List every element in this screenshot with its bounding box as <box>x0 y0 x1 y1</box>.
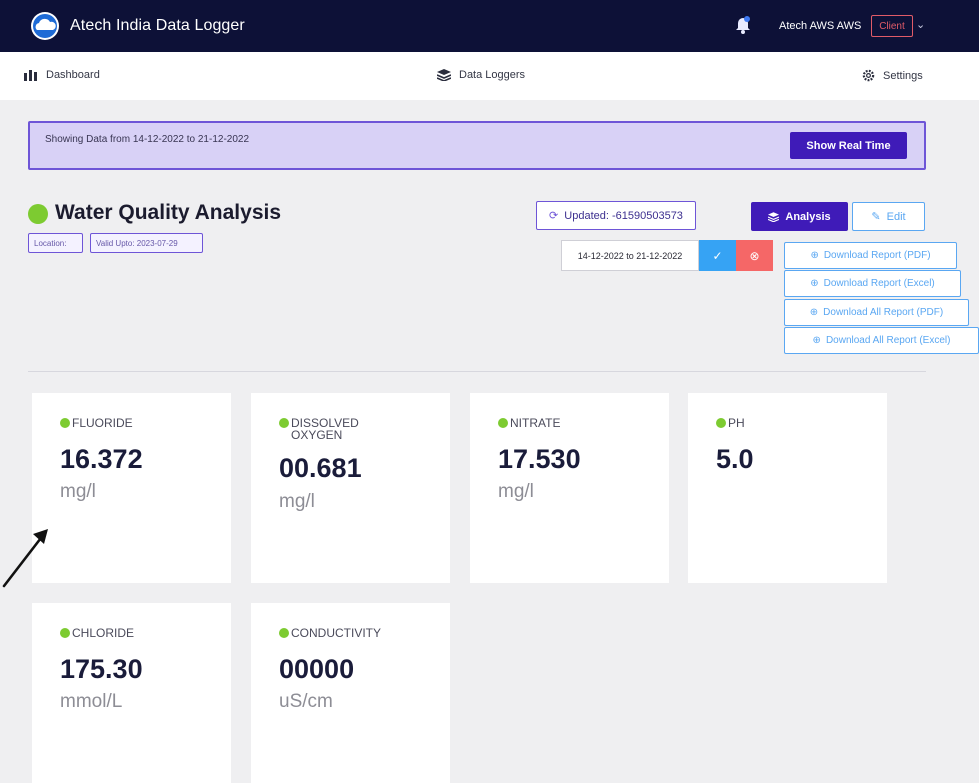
download-all-report-pdf-button[interactable]: ⊕ Download All Report (PDF) <box>784 299 969 326</box>
nav-settings-label: Settings <box>883 69 923 82</box>
nav-dashboard[interactable]: Dashboard <box>24 69 100 81</box>
user-name[interactable]: Atech AWS AWS <box>779 20 861 32</box>
download-report-excel-label: Download Report (Excel) <box>823 278 935 289</box>
sensor-card-nitrate[interactable]: NITRATE 17.530 mg/l <box>470 393 669 583</box>
sensor-unit: mg/l <box>279 491 315 512</box>
sensor-label: CHLORIDE <box>72 626 135 640</box>
edit-button[interactable]: ✎ Edit <box>852 202 925 231</box>
sensor-card-conductivity[interactable]: CONDUCTIVITY 00000 uS/cm <box>251 603 450 783</box>
sensor-value: 16.372 <box>60 444 143 474</box>
download-icon: ⊕ <box>810 250 819 261</box>
cloud-logo-icon[interactable] <box>28 11 62 41</box>
nav-settings[interactable]: Settings <box>862 69 923 82</box>
location-tag: Location: <box>28 233 83 253</box>
date-range-input[interactable]: 14-12-2022 to 21-12-2022 <box>561 240 699 271</box>
download-report-pdf-button[interactable]: ⊕ Download Report (PDF) <box>784 242 957 269</box>
valid-upto-tag: Valid Upto: 2023-07-29 <box>90 233 203 253</box>
updated-button[interactable]: ⟳ Updated: -61590503573 <box>536 201 696 230</box>
sensor-label: FLUORIDE <box>72 416 133 430</box>
download-report-excel-button[interactable]: ⊕ Download Report (Excel) <box>784 270 961 297</box>
apply-date-button[interactable]: ✓ <box>699 240 736 271</box>
sensor-card-fluoride[interactable]: FLUORIDE 16.372 mg/l <box>32 393 231 583</box>
nav-data-loggers[interactable]: Data Loggers <box>437 69 525 81</box>
page-title: Water Quality Analysis <box>55 201 282 224</box>
sensor-card-dissolved-oxygen[interactable]: DISSOLVED OXYGEN 00.681 mg/l <box>251 393 450 583</box>
analysis-button[interactable]: Analysis <box>751 202 848 231</box>
section-divider <box>28 371 926 372</box>
sensor-label: NITRATE <box>510 416 561 430</box>
check-circle-icon: ✓ <box>712 248 723 263</box>
download-all-report-excel-label: Download All Report (Excel) <box>825 335 951 346</box>
download-icon: ⊕ <box>810 278 819 289</box>
sensor-value: 00000 <box>279 654 355 684</box>
show-real-time-button[interactable]: Show Real Time <box>790 132 907 159</box>
sensor-value: 175.30 <box>60 654 143 684</box>
sensor-unit: mg/l <box>60 481 96 502</box>
annotation-arrow-icon <box>2 529 48 588</box>
nav-dashboard-label: Dashboard <box>46 69 100 81</box>
sensor-card-ph[interactable]: PH 5.0 <box>688 393 887 583</box>
sensor-value: 00.681 <box>279 453 362 483</box>
nav-data-loggers-label: Data Loggers <box>459 69 526 81</box>
updated-label: Updated: -61590503573 <box>564 209 683 222</box>
date-range-banner: Showing Data from 14-12-2022 to 21-12-20… <box>28 121 926 170</box>
banner-text: Showing Data from 14-12-2022 to 21-12-20… <box>45 134 250 145</box>
top-app-bar: Atech India Data Logger Atech AWS AWS Cl… <box>0 0 979 52</box>
download-all-report-pdf-label: Download All Report (PDF) <box>823 307 944 318</box>
sensor-value: 17.530 <box>498 444 581 474</box>
bar-chart-icon <box>24 70 37 81</box>
bell-icon[interactable] <box>734 14 752 34</box>
pencil-icon: ✎ <box>871 211 881 223</box>
secondary-nav: Dashboard Data Loggers Settings <box>0 52 979 100</box>
stack-icon <box>437 69 451 81</box>
analysis-label: Analysis <box>785 210 831 223</box>
download-icon: ⊕ <box>812 335 821 346</box>
sensor-unit: uS/cm <box>279 691 333 712</box>
download-icon: ⊕ <box>809 307 819 318</box>
sensor-unit: mg/l <box>498 481 534 502</box>
download-all-report-excel-button[interactable]: ⊕ Download All Report (Excel) <box>784 327 979 354</box>
role-badge[interactable]: Client <box>871 15 913 37</box>
edit-label: Edit <box>886 210 906 223</box>
sensor-label: DISSOLVED OXYGEN <box>291 416 359 442</box>
sensor-card-chloride[interactable]: CHLORIDE 175.30 mmol/L <box>32 603 231 783</box>
sensor-unit: mmol/L <box>60 691 123 712</box>
close-circle-icon: ⊗ <box>749 248 760 263</box>
download-report-pdf-label: Download Report (PDF) <box>823 250 931 261</box>
chevron-down-icon[interactable]: ⌄ <box>916 18 925 31</box>
status-indicator <box>28 204 48 224</box>
app-title: Atech India Data Logger <box>70 17 245 34</box>
sensor-label: PH <box>728 416 745 430</box>
sensor-value: 5.0 <box>716 444 754 474</box>
stack-icon <box>768 211 780 222</box>
refresh-icon: ⟳ <box>549 210 559 222</box>
clear-date-button[interactable]: ⊗ <box>736 240 773 271</box>
sensor-label: CONDUCTIVITY <box>291 626 381 640</box>
gear-icon <box>862 69 875 82</box>
